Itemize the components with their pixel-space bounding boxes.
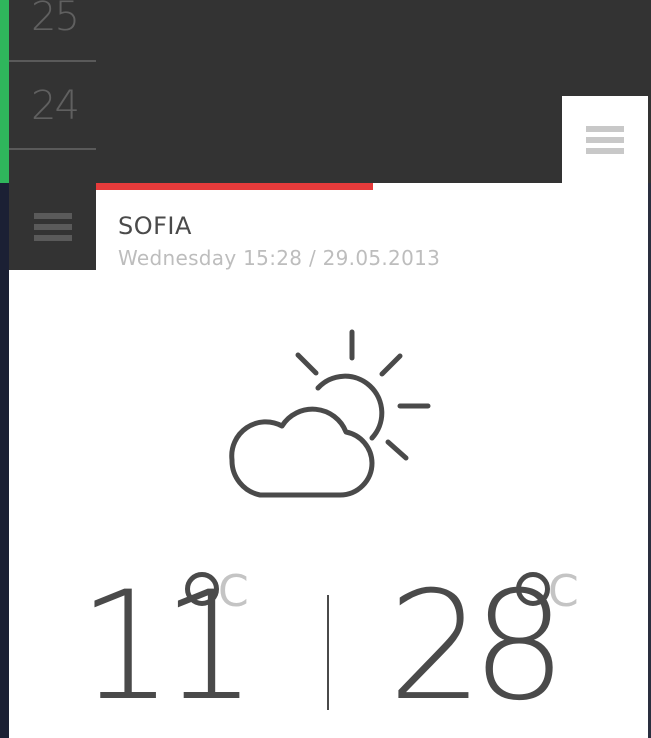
date-divider	[9, 148, 96, 150]
menu-icon	[586, 125, 624, 154]
date-divider	[9, 60, 96, 62]
menu-button-left[interactable]	[9, 183, 96, 270]
menu-icon	[33, 212, 72, 241]
degree-symbol	[516, 572, 550, 606]
degree-symbol	[185, 572, 219, 606]
date-item-24[interactable]: 24	[31, 86, 80, 126]
date-time: Wednesday 15:28 / 29.05.2013	[118, 246, 441, 270]
date-item-25[interactable]: 25	[31, 0, 80, 37]
menu-button-top[interactable]	[562, 96, 648, 183]
temperature-unit: C	[548, 566, 579, 617]
partly-cloudy-icon	[229, 329, 431, 498]
progress-accent-bar	[96, 183, 373, 190]
top-dark-panel	[0, 0, 651, 183]
city-name: SOFIA	[118, 212, 192, 240]
temperature-divider	[327, 595, 329, 710]
green-accent-bar	[0, 0, 9, 183]
temperature-unit: C	[218, 566, 249, 617]
